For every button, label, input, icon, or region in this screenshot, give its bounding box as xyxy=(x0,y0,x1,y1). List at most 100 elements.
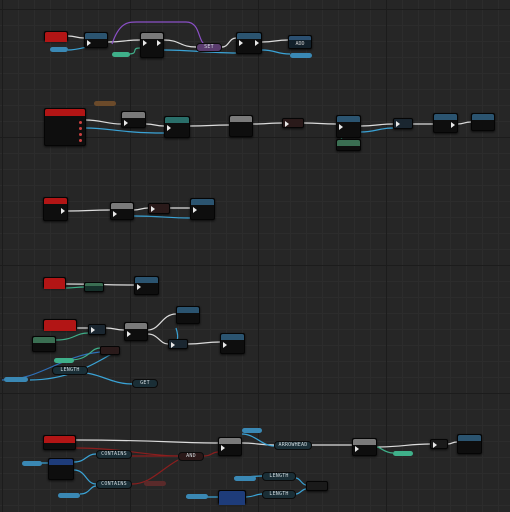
exec-pin[interactable] xyxy=(143,40,147,46)
exec-pin[interactable] xyxy=(339,124,343,130)
compact-node[interactable] xyxy=(88,324,106,335)
variable-getter[interactable] xyxy=(242,428,262,433)
node-header xyxy=(122,112,145,118)
function-node[interactable] xyxy=(433,113,458,133)
add-node[interactable]: ADD xyxy=(288,35,312,49)
macro-node[interactable] xyxy=(124,322,148,341)
exec-pin[interactable] xyxy=(127,331,131,337)
exec-wire xyxy=(252,122,283,125)
exec-pin[interactable] xyxy=(157,40,161,46)
function-node[interactable] xyxy=(140,32,164,58)
node-header xyxy=(85,283,103,286)
node-header xyxy=(472,114,494,120)
compact-node[interactable] xyxy=(306,481,328,491)
variable-getter[interactable] xyxy=(112,52,130,57)
exec-pin[interactable] xyxy=(239,40,243,46)
exec-pin[interactable] xyxy=(137,284,141,290)
event-node[interactable] xyxy=(43,277,66,289)
node-header xyxy=(353,439,376,445)
param-pin[interactable] xyxy=(79,133,82,136)
node-header xyxy=(337,116,360,122)
variable-getter[interactable] xyxy=(290,53,312,58)
compact-node[interactable] xyxy=(430,439,448,449)
set-node[interactable]: SET xyxy=(196,43,222,52)
exec-pin[interactable] xyxy=(223,342,227,348)
function-node[interactable] xyxy=(190,198,215,220)
length-node[interactable]: LENGTH xyxy=(262,472,296,481)
exec-pin[interactable] xyxy=(285,121,289,127)
node-header xyxy=(49,459,73,465)
exec-pin[interactable] xyxy=(221,445,225,451)
exec-pin[interactable] xyxy=(167,125,171,131)
exec-pin[interactable] xyxy=(91,327,95,333)
exec-wire xyxy=(105,327,125,331)
function-node[interactable] xyxy=(220,333,245,354)
pure-node[interactable] xyxy=(32,336,56,352)
exec-wire xyxy=(187,341,221,345)
function-node[interactable] xyxy=(236,32,262,54)
pure-node[interactable] xyxy=(336,139,361,151)
event-node[interactable] xyxy=(44,108,86,146)
variable-getter[interactable] xyxy=(186,494,208,499)
compact-node[interactable] xyxy=(282,118,304,128)
exec-pin[interactable] xyxy=(113,211,117,217)
exec-pin[interactable] xyxy=(171,342,175,348)
macro-node[interactable] xyxy=(352,438,377,456)
variable-getter[interactable] xyxy=(50,47,68,52)
event-node[interactable] xyxy=(43,435,76,450)
length-node[interactable]: LENGTH xyxy=(52,366,88,375)
exec-pin[interactable] xyxy=(151,206,155,212)
variable-getter[interactable] xyxy=(144,481,166,486)
node-header xyxy=(135,277,158,283)
exec-pin[interactable] xyxy=(396,121,400,127)
variable-getter[interactable] xyxy=(58,493,80,498)
pure-node[interactable] xyxy=(84,282,104,292)
exec-pin[interactable] xyxy=(87,40,91,46)
exec-pin[interactable] xyxy=(255,40,259,46)
macro-node[interactable] xyxy=(110,202,134,220)
param-pin[interactable] xyxy=(79,121,82,124)
contains-node[interactable]: CONTAINS xyxy=(96,450,132,459)
exec-pin[interactable] xyxy=(61,208,65,214)
variable-getter[interactable] xyxy=(22,461,42,466)
variable-getter[interactable] xyxy=(94,101,116,106)
compact-node[interactable] xyxy=(393,118,413,129)
and-node[interactable]: AND xyxy=(178,452,204,461)
event-node[interactable] xyxy=(43,197,68,221)
function-node[interactable] xyxy=(164,116,190,138)
compact-node[interactable] xyxy=(168,339,188,349)
exec-wire xyxy=(303,122,337,125)
compact-node[interactable] xyxy=(148,203,170,214)
exec-pin[interactable] xyxy=(355,446,359,452)
arrowhead-node[interactable]: ARROWHEAD xyxy=(274,441,312,450)
variable-getter[interactable] xyxy=(393,451,413,456)
function-node[interactable] xyxy=(134,276,159,295)
exec-pin[interactable] xyxy=(193,207,197,213)
function-node[interactable] xyxy=(457,434,482,454)
function-node[interactable] xyxy=(84,32,108,48)
function-node[interactable] xyxy=(336,115,361,138)
function-node[interactable] xyxy=(48,458,74,480)
function-node[interactable] xyxy=(176,306,200,324)
macro-node[interactable] xyxy=(229,115,253,137)
variable-getter[interactable] xyxy=(54,358,74,363)
function-node[interactable] xyxy=(121,111,146,128)
function-node[interactable] xyxy=(218,490,246,505)
compact-node[interactable] xyxy=(100,346,120,355)
add-node-label: ADD xyxy=(295,41,305,47)
param-pin[interactable] xyxy=(79,139,82,142)
exec-pin[interactable] xyxy=(433,442,437,448)
variable-getter[interactable] xyxy=(4,377,28,382)
node-header xyxy=(434,114,457,120)
length-node[interactable]: LENGTH xyxy=(262,490,296,499)
macro-node[interactable] xyxy=(218,437,242,456)
contains-node[interactable]: CONTAINS xyxy=(96,480,132,489)
exec-pin[interactable] xyxy=(451,122,455,128)
function-node[interactable] xyxy=(471,113,495,131)
event-node[interactable] xyxy=(44,31,68,42)
variable-getter[interactable] xyxy=(234,476,256,481)
param-pin[interactable] xyxy=(79,127,82,130)
exec-pin[interactable] xyxy=(124,120,128,126)
get-node[interactable]: GET xyxy=(132,379,158,388)
event-node[interactable] xyxy=(43,319,77,331)
